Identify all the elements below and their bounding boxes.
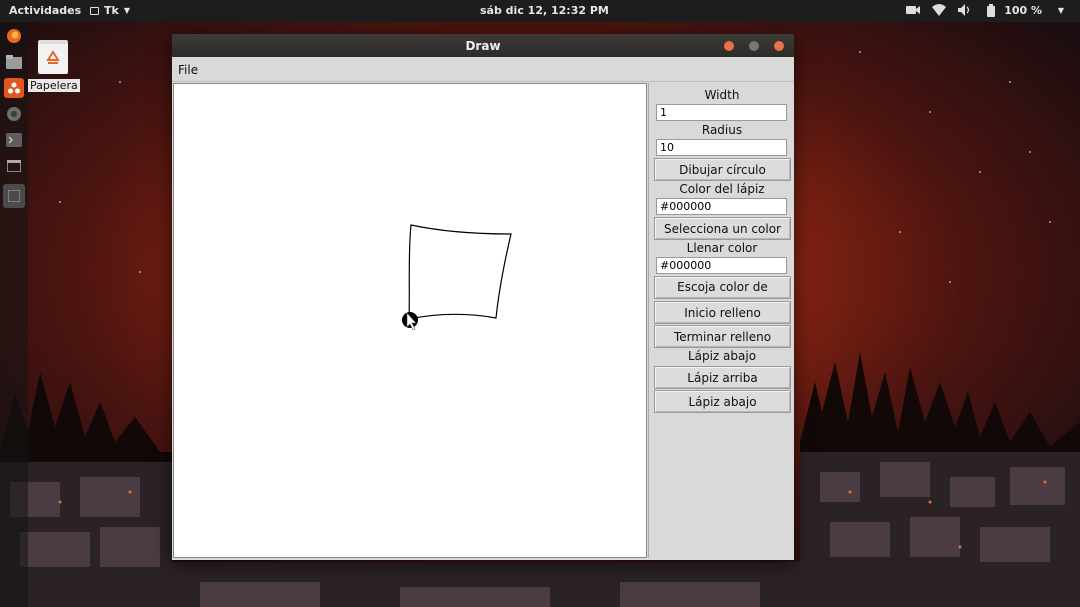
- canvas-drawing: [402, 224, 512, 331]
- end-fill-button[interactable]: Terminar relleno: [654, 325, 791, 348]
- volume-icon: [958, 3, 972, 17]
- choose-fill-color-button[interactable]: Escoja color de relleno: [654, 276, 791, 314]
- drawn-shape: [408, 224, 512, 320]
- window-title: Draw: [465, 39, 501, 53]
- camera-icon: [906, 3, 921, 17]
- desktop-trash[interactable]: Papelera: [28, 40, 80, 93]
- fill-color-label: Llenar color: [686, 241, 758, 255]
- control-panel: Width Radius Dibujar círculo Color del l…: [648, 83, 794, 558]
- system-tray[interactable]: 100 % ▼: [906, 3, 1068, 17]
- chevron-down-icon: ▼: [1057, 5, 1065, 15]
- maximize-button[interactable]: [749, 41, 759, 51]
- select-color-button[interactable]: Selecciona un color: [654, 217, 791, 240]
- files-icon[interactable]: [4, 52, 24, 72]
- dock: [0, 22, 28, 607]
- pen-color-label: Color del lápiz: [679, 182, 765, 196]
- radius-input[interactable]: [656, 139, 787, 156]
- wifi-icon: [932, 3, 947, 17]
- trash-icon: [38, 40, 68, 74]
- app-menu-label: Tk: [104, 4, 119, 17]
- window-icon: [90, 6, 99, 15]
- chevron-down-icon: ▼: [123, 6, 130, 15]
- window-titlebar[interactable]: Draw: [172, 34, 794, 57]
- start-fill-button[interactable]: Inicio relleno: [654, 301, 791, 324]
- software-center-icon[interactable]: [4, 78, 24, 98]
- close-button[interactable]: [774, 41, 784, 51]
- width-label: Width: [704, 88, 740, 102]
- pen-state-label: Lápiz abajo: [687, 349, 757, 363]
- draw-window: Draw File Width Radius Dibujar círculo C…: [172, 34, 794, 560]
- activities-button[interactable]: Actividades: [9, 4, 81, 17]
- menu-file[interactable]: File: [178, 63, 198, 77]
- top-bar: Actividades Tk ▼ sáb dic 12, 12:32 PM 10…: [0, 0, 1080, 22]
- drawing-canvas[interactable]: [173, 83, 647, 558]
- pen-down-button[interactable]: Lápiz abajo: [654, 390, 791, 413]
- battery-icon: [984, 3, 998, 17]
- terminal-icon[interactable]: [4, 130, 24, 150]
- pen-up-button[interactable]: Lápiz arriba: [654, 366, 791, 389]
- settings-icon[interactable]: [4, 104, 24, 124]
- clock[interactable]: sáb dic 12, 12:32 PM: [480, 4, 609, 17]
- window-list-icon[interactable]: [4, 156, 24, 176]
- radius-label: Radius: [701, 123, 743, 137]
- fill-color-input[interactable]: [656, 257, 787, 274]
- tk-app-icon[interactable]: [3, 184, 25, 208]
- pen-color-input[interactable]: [656, 198, 787, 215]
- battery-percent: 100 %: [1004, 3, 1042, 17]
- minimize-button[interactable]: [724, 41, 734, 51]
- firefox-icon[interactable]: [4, 26, 24, 46]
- draw-circle-button[interactable]: Dibujar círculo: [654, 158, 791, 181]
- app-menu[interactable]: Tk ▼: [90, 4, 130, 17]
- menu-bar: File: [172, 57, 794, 82]
- width-input[interactable]: [656, 104, 787, 121]
- trash-label: Papelera: [28, 79, 80, 92]
